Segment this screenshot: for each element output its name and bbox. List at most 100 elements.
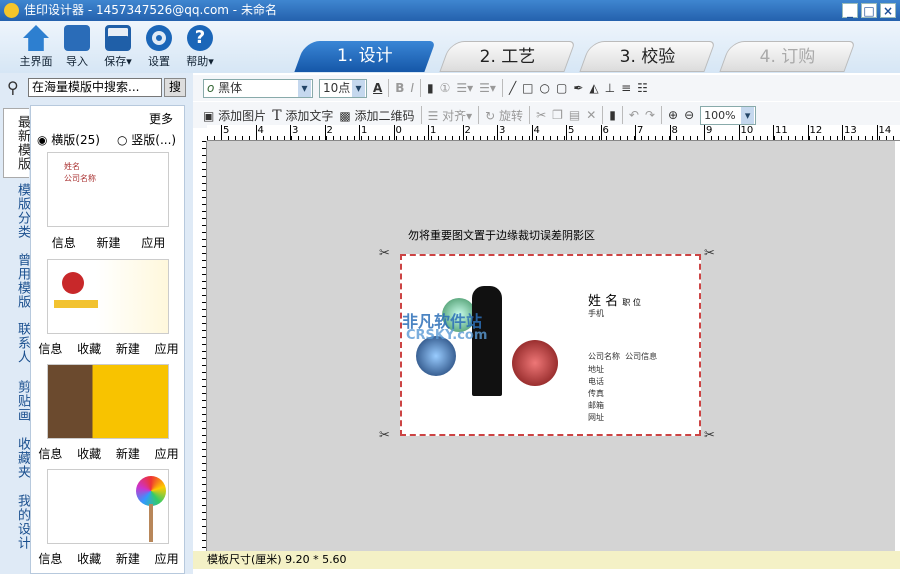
rectangle-icon[interactable]: □ [522,81,533,95]
favorite-link[interactable]: 收藏 [77,550,101,567]
import-button[interactable]: 导入 [57,25,97,69]
numbering-icon[interactable]: ① [440,81,451,95]
card-name[interactable]: 姓 名 职 位 [588,290,641,309]
side-tab-categories[interactable]: 模版分类 [3,183,30,239]
search-button[interactable]: 搜 [164,78,186,97]
line-icon[interactable]: ╱ [509,81,516,95]
font-select[interactable]: o 黑体 [203,78,313,98]
favorite-link[interactable]: 收藏 [77,340,101,357]
add-image-button[interactable]: ▣ 添加图片 [203,107,266,124]
text-box-icon[interactable]: ▮ [427,81,434,95]
cut-icon[interactable]: ✂ [536,108,546,122]
pen-icon[interactable]: ✒ [573,81,583,95]
apply-link[interactable]: 应用 [141,234,165,251]
side-tab-clipart[interactable]: 剪贴画 [3,380,30,422]
italic-icon[interactable]: I [410,81,414,95]
maximize-button[interactable]: □ [861,3,877,18]
more-link[interactable]: 更多 [149,110,173,127]
dash-style-icon[interactable]: ☷ [637,81,648,95]
fill-icon[interactable]: ◭ [589,81,598,95]
window-title: 佳印设计器 - 1457347526@qq.com - 未命名 [24,3,277,17]
search-input[interactable]: 在海量模版中搜索... [28,78,162,97]
ruler-tick-label: 3 [290,125,298,140]
radio-horizontal[interactable]: ◉ 横版(25) [37,131,100,148]
rotate-button[interactable]: ↻ 旋转 [485,107,523,124]
new-link[interactable]: 新建 [116,340,140,357]
favorite-link[interactable]: 收藏 [77,445,101,462]
rotate-label: 旋转 [499,108,524,123]
format-toolbar: o 黑体 10点 A BI ▮ ① ☰▾ ☰▾ ╱ □ ○ ▢ ✒ ◭ ⊥ ≡ ☷ [193,75,900,101]
save-button[interactable]: 保存▾ [98,25,138,69]
ellipse-icon[interactable]: ○ [540,81,550,95]
horizontal-ruler: 5 4 3 2 1 0 1 2 3 4 5 6 7 8 9 10 11 12 13 14 [207,125,900,141]
undo-icon[interactable]: ↶ [629,108,639,122]
new-link[interactable]: 新建 [96,234,120,251]
minimize-button[interactable]: _ [842,3,858,18]
settings-button[interactable]: 设置 [139,25,179,69]
tab-label: 2. 工艺 [479,47,535,67]
card-mobile[interactable]: 手机 [588,308,604,320]
card-company-info: 公司信息 [625,352,658,361]
info-link[interactable]: 信息 [38,445,62,462]
tab-proof[interactable]: 3. 校验 [579,41,716,72]
rounded-rect-icon[interactable]: ▢ [556,81,567,95]
card-company[interactable]: 公司名称 公司信息 [588,351,657,363]
zoom-in-icon[interactable]: ⊕ [668,108,678,122]
template-thumbnail[interactable] [47,364,169,439]
business-card[interactable]: 非凡软件站 CRSKY.com 姓 名 职 位 手机 公司名称 公司信息 地址 … [400,254,701,436]
ruler-tick-label: 3 [497,125,505,140]
tab-process[interactable]: 2. 工艺 [439,41,576,72]
zoom-out-icon[interactable]: ⊖ [684,108,694,122]
help-button[interactable]: ? 帮助▾ [180,25,220,69]
home-button[interactable]: 主界面 [16,25,56,69]
redo-icon[interactable]: ↷ [645,108,655,122]
template-thumbnail[interactable] [47,469,169,544]
design-canvas: 勿将重要图文置于边缘裁切误差阴影区 ✂ ✂ ✂ ✂ 非凡软件站 CRSKY.co… [207,141,895,551]
add-text-button[interactable]: T 添加文字 [272,107,333,124]
info-link[interactable]: 信息 [38,340,62,357]
close-button[interactable]: × [880,3,896,18]
card-fields[interactable]: 地址 电话 传真 邮箱 网址 [588,364,604,424]
side-tab-my-designs[interactable]: 我的设计 [3,494,30,550]
ruler-tick-label: 11 [773,125,788,140]
new-link[interactable]: 新建 [116,550,140,567]
zoom-select[interactable]: 100% [700,105,757,125]
tab-order[interactable]: 4. 订购 [719,41,856,72]
tab-design[interactable]: 1. 设计 [294,41,436,72]
side-tab-latest[interactable]: 最新模版 [3,108,30,178]
bold-icon[interactable]: B [395,81,404,95]
number-list-icon[interactable]: ☰▾ [479,81,496,95]
delete-icon[interactable]: ✕ [586,108,596,122]
paste-icon[interactable]: ▤ [569,108,580,122]
apply-link[interactable]: 应用 [155,445,179,462]
template-thumbnail[interactable]: 姓名 公司名称 [47,152,169,227]
apply-link[interactable]: 应用 [155,340,179,357]
font-color-icon[interactable]: A [373,81,382,95]
template-actions: 信息 收藏 新建 应用 [31,340,186,357]
side-tab-favorites[interactable]: 收藏夹 [3,437,30,479]
crop-mark-icon: ✂ [379,428,390,443]
info-link[interactable]: 信息 [38,550,62,567]
tab-label: 1. 设计 [337,46,393,66]
stamp-icon[interactable]: ⊥ [605,81,615,95]
bullet-list-icon[interactable]: ☰▾ [456,81,473,95]
line-style-icon[interactable]: ≡ [621,81,631,95]
template-thumbnail[interactable] [47,259,169,334]
ruler-tick-label: 6 [600,125,609,140]
font-size-select[interactable]: 10点 [319,78,367,98]
copy-icon[interactable]: ❐ [552,108,563,122]
properties-icon[interactable]: ▮ [609,108,616,122]
add-qrcode-button[interactable]: ▩ 添加二维码 [339,107,414,124]
side-tab-contacts[interactable]: 联系人 [3,322,30,364]
new-link[interactable]: 新建 [116,445,140,462]
help-label: 帮助▾ [186,55,214,68]
card-title-text: 职 位 [622,298,641,307]
side-tab-recent[interactable]: 曾用模版 [3,253,30,309]
apply-link[interactable]: 应用 [155,550,179,567]
radio-vertical[interactable]: ○ 竖版(...) [117,131,176,148]
info-link[interactable]: 信息 [52,234,76,251]
tab-label: 3. 校验 [619,47,675,67]
ruler-tick-label: 4 [255,125,264,140]
ruler-tick-label: 4 [531,125,540,140]
align-button[interactable]: ☰ 对齐▾ [428,107,473,124]
